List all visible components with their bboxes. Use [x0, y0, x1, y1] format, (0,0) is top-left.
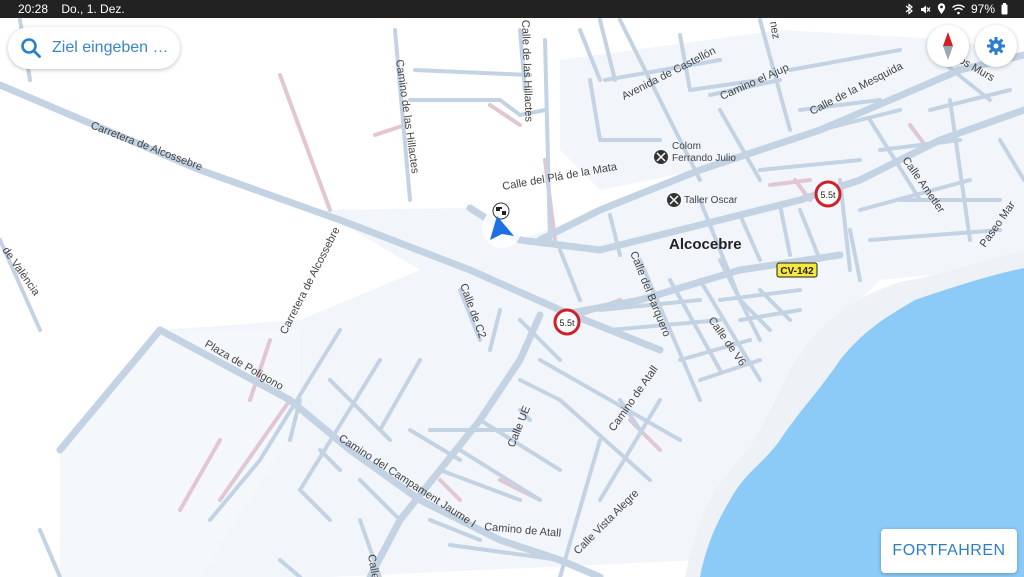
- poi-label: Taller Oscar: [684, 195, 738, 206]
- weight-limit-sign: 5.5t: [553, 308, 581, 336]
- weight-limit-label: 5.5t: [559, 318, 575, 328]
- search-placeholder: Ziel eingeben …: [52, 39, 169, 56]
- wifi-icon: [952, 4, 965, 14]
- bluetooth-icon: [905, 3, 913, 15]
- town-label: Alcocebre: [669, 236, 742, 253]
- checkered-flag-icon: [492, 202, 510, 220]
- settings-button[interactable]: [975, 25, 1017, 67]
- continue-button[interactable]: FORTFAHREN: [881, 529, 1017, 573]
- road-shield-label: CV-142: [780, 266, 814, 277]
- compass-icon: [943, 32, 953, 60]
- weight-limit-label: 5.5t: [820, 190, 836, 200]
- battery-icon: [1001, 3, 1008, 15]
- poi-label-line2: Ferrando Julio: [672, 153, 736, 164]
- status-time: 20:28: [18, 2, 49, 16]
- search-box[interactable]: Ziel eingeben …: [8, 27, 180, 69]
- compass-button[interactable]: [927, 25, 969, 67]
- status-right: 97%: [904, 2, 1008, 16]
- search-icon: [21, 38, 41, 58]
- gear-icon: [987, 37, 1005, 55]
- poi-taller-oscar[interactable]: Taller Oscar: [667, 193, 738, 207]
- weight-limit-sign: 5.5t: [814, 180, 842, 208]
- road-shield: CV-142: [776, 262, 818, 278]
- status-date: Do., 1. Dez.: [61, 2, 125, 16]
- status-left: 20:28 Do., 1. Dez.: [18, 2, 135, 16]
- status-bar: 20:28 Do., 1. Dez. 97%: [0, 0, 1024, 18]
- battery-percent: 97%: [970, 2, 995, 16]
- map-canvas[interactable]: Carretera de Alcossebre Camino de las Hi…: [0, 18, 1024, 577]
- location-icon: [937, 3, 946, 14]
- mute-icon: [920, 5, 931, 13]
- poi-label-line1: Colom: [672, 141, 701, 152]
